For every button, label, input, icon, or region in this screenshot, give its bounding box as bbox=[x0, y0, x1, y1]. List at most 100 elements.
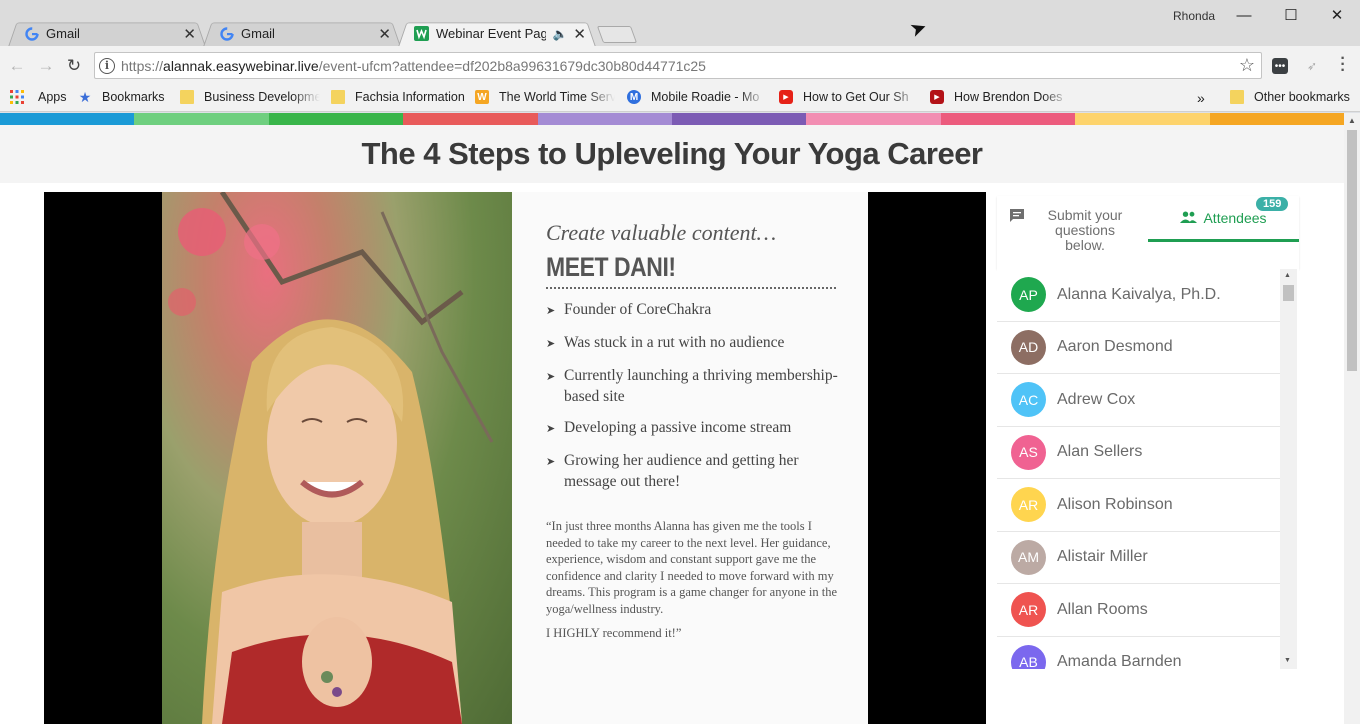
bookmarks-overflow-icon[interactable]: » bbox=[1197, 90, 1205, 106]
bookmark-link[interactable]: ▶ How Brendon Does bbox=[930, 90, 1070, 104]
slide-heading: MEET DANI! bbox=[546, 252, 676, 282]
forward-icon[interactable]: → bbox=[35, 55, 57, 77]
url-text[interactable]: https://alannak.easywebinar.live/event-u… bbox=[121, 58, 706, 74]
youtube-icon: ▶ bbox=[779, 90, 793, 104]
list-item[interactable]: AC Adrew Cox bbox=[997, 374, 1281, 427]
tab-gmail-1[interactable]: Gmail ✕ bbox=[8, 20, 206, 47]
testimonial-closing: I HIGHLY recommend it!” bbox=[546, 626, 682, 640]
avatar: AR bbox=[1011, 487, 1046, 523]
presentation-slide: Create valuable content… MEET DANI! ➤ Fou… bbox=[512, 192, 868, 724]
youtube-icon: ▶ bbox=[930, 90, 944, 104]
bookmark-apps[interactable]: Apps bbox=[10, 90, 67, 104]
tab-attendees[interactable]: Attendees 159 bbox=[1148, 196, 1299, 242]
chat-icon bbox=[1009, 208, 1025, 253]
arrow-bullet-icon: ➤ bbox=[546, 423, 556, 435]
list-item[interactable]: AS Alan Sellers bbox=[997, 427, 1281, 479]
tab-webinar[interactable]: Webinar Event Page 🔈 ✕ bbox=[398, 20, 596, 47]
close-tab-icon[interactable]: ✕ bbox=[573, 25, 586, 43]
list-item[interactable]: AM Alistair Miller bbox=[997, 532, 1281, 584]
avatar: AB bbox=[1011, 644, 1046, 669]
arrow-bullet-icon: ➤ bbox=[546, 456, 556, 468]
color-stripe-segment bbox=[134, 113, 269, 125]
list-item[interactable]: AR Allan Rooms bbox=[997, 584, 1281, 637]
arrow-bullet-icon: ➤ bbox=[546, 371, 556, 383]
bookmark-bookmarks[interactable]: ★ Bookmarks bbox=[78, 90, 165, 104]
speaker-icon[interactable]: 🔈 bbox=[552, 27, 567, 41]
new-tab-button[interactable] bbox=[596, 26, 638, 43]
avatar: AC bbox=[1011, 382, 1046, 418]
bookmark-folder[interactable]: Fachsia Information bbox=[331, 90, 465, 104]
bullet-item: ➤ Growing her audience and getting her me… bbox=[546, 452, 799, 490]
attendee-name: Alistair Miller bbox=[1057, 548, 1148, 566]
close-tab-icon[interactable]: ✕ bbox=[378, 25, 391, 43]
color-stripe-segment bbox=[0, 113, 135, 125]
back-icon[interactable]: ← bbox=[6, 55, 28, 77]
presenter-photo bbox=[162, 192, 512, 724]
video-player[interactable]: Create valuable content… MEET DANI! ➤ Fou… bbox=[44, 192, 986, 724]
attendee-name: Aaron Desmond bbox=[1057, 338, 1173, 356]
w-icon: W bbox=[475, 90, 489, 104]
color-stripe-segment bbox=[268, 113, 404, 125]
bullet-item: ➤ Currently launching a thriving membersh… bbox=[546, 367, 838, 405]
arrow-bullet-icon: ➤ bbox=[546, 305, 556, 317]
list-item[interactable]: AP Alanna Kaivalya, Ph.D. bbox=[997, 269, 1281, 322]
avatar: AM bbox=[1011, 539, 1046, 575]
extension-icon[interactable]: ••• bbox=[1272, 58, 1288, 74]
tab-title: Gmail bbox=[241, 26, 275, 41]
bookmark-folder[interactable]: Business Developme bbox=[180, 90, 320, 104]
scroll-up-icon[interactable]: ▲ bbox=[1284, 272, 1291, 279]
easywebinar-icon bbox=[414, 26, 429, 41]
scroll-up-icon[interactable]: ▲ bbox=[1348, 116, 1356, 125]
site-info-icon[interactable]: i bbox=[99, 57, 115, 74]
tab-title: Gmail bbox=[46, 26, 80, 41]
list-item[interactable]: AR Alison Robinson bbox=[997, 479, 1281, 532]
scrollbar-thumb[interactable] bbox=[1347, 130, 1357, 371]
list-item[interactable]: AD Aaron Desmond bbox=[997, 322, 1281, 374]
google-g-icon bbox=[219, 26, 234, 41]
attendee-list[interactable]: AP Alanna Kaivalya, Ph.D. AD Aaron Desmond… bbox=[997, 269, 1299, 669]
address-bar[interactable]: i https://alannak.easywebinar.live/event… bbox=[94, 52, 1262, 79]
bookmark-star-icon[interactable]: ☆ bbox=[1239, 55, 1255, 76]
reload-icon[interactable]: ↻ bbox=[63, 55, 85, 77]
tab-attendees-label: Attendees bbox=[1203, 209, 1267, 226]
bookmark-link[interactable]: ▶ How to Get Our Sh bbox=[779, 90, 919, 104]
dotted-divider bbox=[546, 287, 836, 289]
profile-name[interactable]: Rhonda bbox=[1173, 9, 1215, 23]
scroll-down-icon[interactable]: ▼ bbox=[1284, 657, 1291, 664]
maximize-icon[interactable]: ☐ bbox=[1268, 4, 1314, 26]
page-viewport: The 4 Steps to Upleveling Your Yoga Care… bbox=[0, 113, 1344, 724]
bullet-item: ➤ Founder of CoreChakra bbox=[546, 299, 838, 322]
color-stripe-segment bbox=[672, 113, 807, 125]
minimize-icon[interactable]: — bbox=[1221, 4, 1267, 26]
extension-icon[interactable]: ➶ bbox=[1304, 58, 1320, 74]
bookmark-other[interactable]: Other bookmarks bbox=[1230, 90, 1350, 104]
attendee-name: Amanda Barnden bbox=[1057, 653, 1182, 669]
bookmark-link[interactable]: M Mobile Roadie - Mo bbox=[627, 90, 767, 104]
attendee-name: Alanna Kaivalya, Ph.D. bbox=[1057, 285, 1221, 303]
people-icon bbox=[1180, 210, 1198, 226]
toolbar: ← → ↻ i https://alannak.easywebinar.live… bbox=[0, 46, 1360, 86]
bookmarks-bar: Apps ★ Bookmarks Business Developme Fach… bbox=[0, 86, 1360, 112]
bookmark-link[interactable]: W The World Time Serv bbox=[475, 90, 615, 104]
color-stripe-segment bbox=[1075, 113, 1210, 125]
attendee-name: Alan Sellers bbox=[1057, 443, 1143, 461]
chrome-menu-icon[interactable]: · · · bbox=[1337, 51, 1349, 79]
scrollbar-thumb[interactable] bbox=[1283, 285, 1294, 301]
attendee-name: Alison Robinson bbox=[1057, 495, 1173, 513]
tab-questions[interactable]: Submit your questions below. bbox=[1009, 208, 1133, 253]
tab-questions-label: Submit your questions below. bbox=[1047, 207, 1123, 253]
slide-subtitle: Create valuable content… bbox=[546, 220, 777, 245]
color-stripe-segment bbox=[403, 113, 538, 125]
avatar: AR bbox=[1011, 592, 1046, 628]
sidebar-tabs: Submit your questions below. Attendees 1… bbox=[997, 196, 1299, 269]
folder-icon bbox=[180, 90, 194, 104]
folder-icon bbox=[1230, 90, 1244, 104]
color-stripe-segment bbox=[1209, 113, 1344, 125]
attendee-scrollbar[interactable]: ▲ ▼ bbox=[1280, 269, 1297, 669]
tab-gmail-2[interactable]: Gmail ✕ bbox=[203, 20, 401, 47]
apps-grid-icon bbox=[10, 90, 24, 104]
page-scrollbar[interactable]: ▲ bbox=[1344, 113, 1360, 724]
list-item[interactable]: AB Amanda Barnden bbox=[997, 637, 1281, 669]
close-window-icon[interactable]: ✕ bbox=[1314, 4, 1360, 26]
close-tab-icon[interactable]: ✕ bbox=[183, 25, 196, 43]
